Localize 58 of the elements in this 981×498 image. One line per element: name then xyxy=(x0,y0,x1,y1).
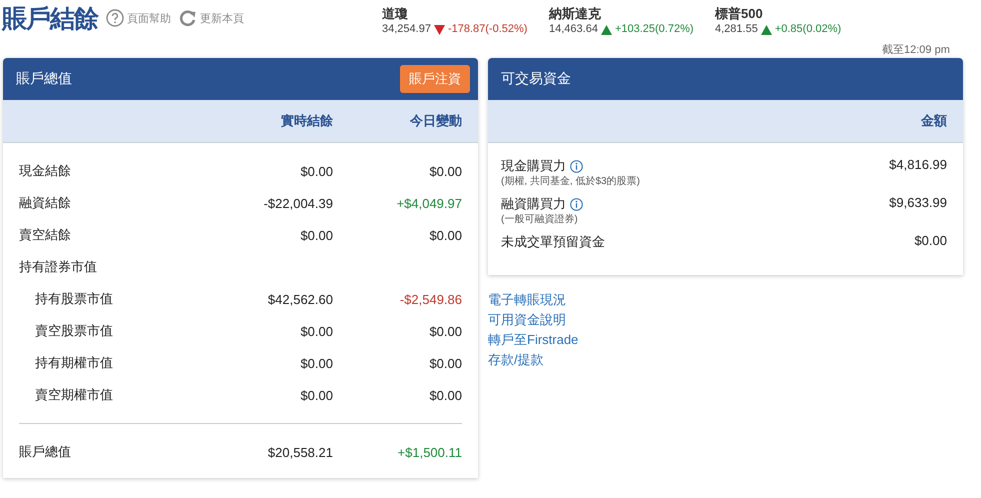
column-header: 實時結餘 xyxy=(280,112,333,130)
row-label: 賣空結餘 xyxy=(19,226,72,244)
change-value: $0.00 xyxy=(428,388,462,402)
change-value: $0.00 xyxy=(428,324,462,338)
balance-value: $0.00 xyxy=(299,228,333,242)
index-value: 14,463.64 xyxy=(549,22,598,37)
row-label: 持有證券市值 xyxy=(19,258,98,276)
link[interactable]: 存款/提款 xyxy=(488,350,544,370)
index-change: -178.87(-0.52%) xyxy=(448,22,528,37)
row-label: 未成交單預留資金 xyxy=(501,233,605,251)
row-label: 賬戶總值 xyxy=(19,443,72,461)
link[interactable]: 可用資金說明 xyxy=(488,310,566,330)
row-label: 現金購買力 xyxy=(501,157,566,175)
change-value: +$4,049.97 xyxy=(396,196,462,210)
index-name: 標普500 xyxy=(715,6,764,22)
card-title: 可交易資金 xyxy=(501,70,571,88)
index-name: 納斯達克 xyxy=(549,6,602,22)
row-label: 賣空股票市值 xyxy=(34,322,114,340)
row-label: 賣空期權市值 xyxy=(34,386,114,404)
refresh-link[interactable]: 更新本頁 xyxy=(179,9,244,27)
row-label: 現金結餘 xyxy=(19,162,72,180)
page-title: 賬戶結餘 xyxy=(2,4,98,34)
row-note: (一般可融資證券) xyxy=(501,213,579,227)
link[interactable]: 電子轉賬現況 xyxy=(488,290,566,310)
change-value: $0.00 xyxy=(428,356,462,370)
balance-value: $0.00 xyxy=(299,164,333,178)
balance-value: -$22,004.39 xyxy=(262,196,333,210)
balance-value: $42,562.60 xyxy=(266,292,333,306)
amount-value: $9,633.99 xyxy=(889,195,947,210)
index-change: +103.25(0.72%) xyxy=(614,22,694,37)
column-header: 金額 xyxy=(921,112,947,130)
help-icon xyxy=(106,9,124,27)
index-value: 34,254.97 xyxy=(382,22,431,37)
amount-value: $0.00 xyxy=(914,233,947,248)
change-value: $0.00 xyxy=(428,228,462,242)
balance-value: $0.00 xyxy=(299,388,333,402)
balance-value: $20,558.21 xyxy=(266,444,333,460)
index-name: 道瓊 xyxy=(382,6,409,22)
row-label: 持有股票市值 xyxy=(34,290,114,308)
balance-value: $0.00 xyxy=(299,324,333,338)
change-value: -$2,549.86 xyxy=(398,292,462,306)
index-change: +0.85(0.02%) xyxy=(774,22,842,37)
timestamp: 截至12:09 pm xyxy=(882,43,950,58)
card-title: 賬戶總值 xyxy=(16,70,72,88)
help-link[interactable]: 頁面幫助 xyxy=(106,9,171,27)
row-note: (期權, 共同基金, 低於$3的股票) xyxy=(501,175,640,189)
row-label: 持有期權市值 xyxy=(34,354,114,372)
change-value: $0.00 xyxy=(428,164,462,178)
amount-value: $4,816.99 xyxy=(889,157,947,172)
balance-value: $0.00 xyxy=(299,356,333,370)
change-value: +$1,500.11 xyxy=(396,444,462,460)
column-header: 今日變動 xyxy=(408,112,462,130)
row-label: 融資購買力 xyxy=(501,195,566,213)
fund-account-button[interactable]: 賬戶注資 xyxy=(400,65,470,93)
refresh-icon xyxy=(179,9,197,27)
link[interactable]: 轉戶至Firstrade xyxy=(488,330,578,350)
index-value: 4,281.55 xyxy=(715,22,758,37)
row-label: 融資結餘 xyxy=(19,194,72,212)
